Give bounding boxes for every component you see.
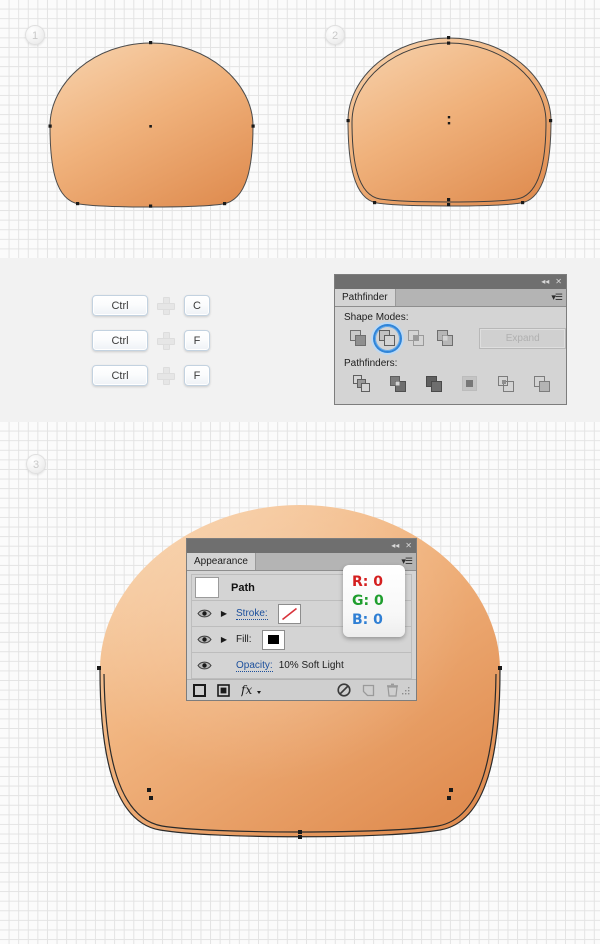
- add-new-effect-icon[interactable]: fx: [241, 683, 263, 697]
- pathfinder-divide-button[interactable]: [344, 372, 380, 396]
- add-new-stroke-icon[interactable]: [193, 683, 206, 697]
- pathfinder-minus-back-button[interactable]: [524, 372, 560, 396]
- opacity-label[interactable]: Opacity:: [236, 660, 273, 672]
- pathfinder-titlebar: ◂◂ ✕: [335, 275, 566, 289]
- pathfinder-body: Shape Modes: Expand Pathfinders:: [335, 307, 566, 404]
- key-f[interactable]: F: [184, 330, 210, 351]
- panel-menu-icon[interactable]: ▾☰: [547, 289, 566, 306]
- step-badge-2-label: 2: [331, 30, 339, 42]
- rgb-value-tooltip: R: 0 G: 0 B: 0: [343, 565, 405, 637]
- step-badge-1-label: 1: [31, 30, 39, 42]
- stroke-swatch[interactable]: [277, 603, 301, 624]
- tab-appearance[interactable]: Appearance: [187, 553, 256, 570]
- chevron-right-icon[interactable]: ▶: [216, 609, 232, 618]
- tabrow-spacer: [396, 289, 548, 306]
- fill-swatch-color: [266, 634, 280, 645]
- chevron-right-icon[interactable]: ▶: [216, 635, 232, 644]
- opacity-value: 10% Soft Light: [278, 660, 344, 671]
- delete-item-icon[interactable]: [386, 683, 399, 697]
- pathfinder-crop-button[interactable]: [452, 372, 488, 396]
- collapse-icon[interactable]: ◂◂: [391, 542, 399, 550]
- fill-label: Fill:: [236, 634, 252, 645]
- plus-icon: [157, 331, 175, 350]
- dome-shape-original: [47, 40, 257, 215]
- duplicate-item-icon[interactable]: [362, 684, 375, 697]
- shortcut-row-2: Ctrl F: [92, 323, 210, 358]
- rgb-red-line: R: 0: [352, 573, 383, 590]
- eye-icon[interactable]: [192, 660, 216, 671]
- shape-mode-intersect-button[interactable]: [402, 326, 431, 350]
- path-thumbnail: [195, 577, 219, 598]
- dome-shape-duplicated: [343, 32, 557, 217]
- rgb-green-line: G: 0: [352, 592, 384, 609]
- shape-mode-exclude-button[interactable]: [431, 326, 460, 350]
- expand-button[interactable]: Expand: [479, 327, 566, 349]
- appearance-row-opacity[interactable]: Opacity: 10% Soft Light: [191, 653, 412, 679]
- step-badge-3-label: 3: [32, 459, 40, 471]
- close-icon[interactable]: ✕: [405, 542, 412, 550]
- appearance-titlebar: ◂◂ ✕: [187, 539, 416, 553]
- key-f[interactable]: F: [184, 365, 210, 386]
- rgb-blue-line: B: 0: [352, 611, 383, 628]
- key-ctrl[interactable]: Ctrl: [92, 295, 148, 316]
- step-badge-1: 1: [25, 25, 45, 45]
- path-label: Path: [231, 581, 255, 594]
- resize-grip-icon[interactable]: [401, 686, 410, 695]
- keyboard-shortcut-list: Ctrl C Ctrl F Ctrl F: [92, 288, 210, 393]
- svg-text:fx: fx: [241, 683, 252, 697]
- pathfinders-label: Pathfinders:: [344, 358, 398, 369]
- pathfinder-merge-button[interactable]: [416, 372, 452, 396]
- eye-icon[interactable]: [192, 634, 216, 645]
- fill-swatch[interactable]: [261, 629, 285, 650]
- appearance-footer-toolbar: fx: [187, 679, 416, 700]
- step-badge-3: 3: [26, 454, 46, 474]
- pathfinder-trim-button[interactable]: [380, 372, 416, 396]
- pathfinder-outline-button[interactable]: [488, 372, 524, 396]
- plus-icon: [157, 296, 175, 315]
- eye-icon[interactable]: [192, 608, 216, 619]
- shape-modes-row: Expand: [335, 325, 566, 353]
- pathfinders-row: [335, 371, 566, 404]
- pathfinder-tabrow: Pathfinder ▾☰: [335, 289, 566, 307]
- step-badge-2: 2: [325, 25, 345, 45]
- clear-appearance-icon[interactable]: [337, 683, 351, 697]
- collapse-icon[interactable]: ◂◂: [541, 278, 549, 286]
- key-ctrl[interactable]: Ctrl: [92, 365, 148, 386]
- tab-pathfinder[interactable]: Pathfinder: [335, 289, 396, 306]
- shape-mode-unite-button[interactable]: [344, 326, 373, 350]
- plus-icon: [157, 366, 175, 385]
- add-new-fill-icon[interactable]: [217, 683, 230, 697]
- key-ctrl[interactable]: Ctrl: [92, 330, 148, 351]
- key-c[interactable]: C: [184, 295, 210, 316]
- stroke-label[interactable]: Stroke:: [236, 608, 268, 620]
- pathfinder-panel: ◂◂ ✕ Pathfinder ▾☰ Shape Modes: Expand P…: [334, 274, 567, 405]
- shape-modes-label: Shape Modes:: [344, 312, 409, 323]
- close-icon[interactable]: ✕: [555, 278, 562, 286]
- shortcut-row-1: Ctrl C: [92, 288, 210, 323]
- shape-mode-minus-front-button[interactable]: [373, 325, 402, 351]
- shortcut-row-3: Ctrl F: [92, 358, 210, 393]
